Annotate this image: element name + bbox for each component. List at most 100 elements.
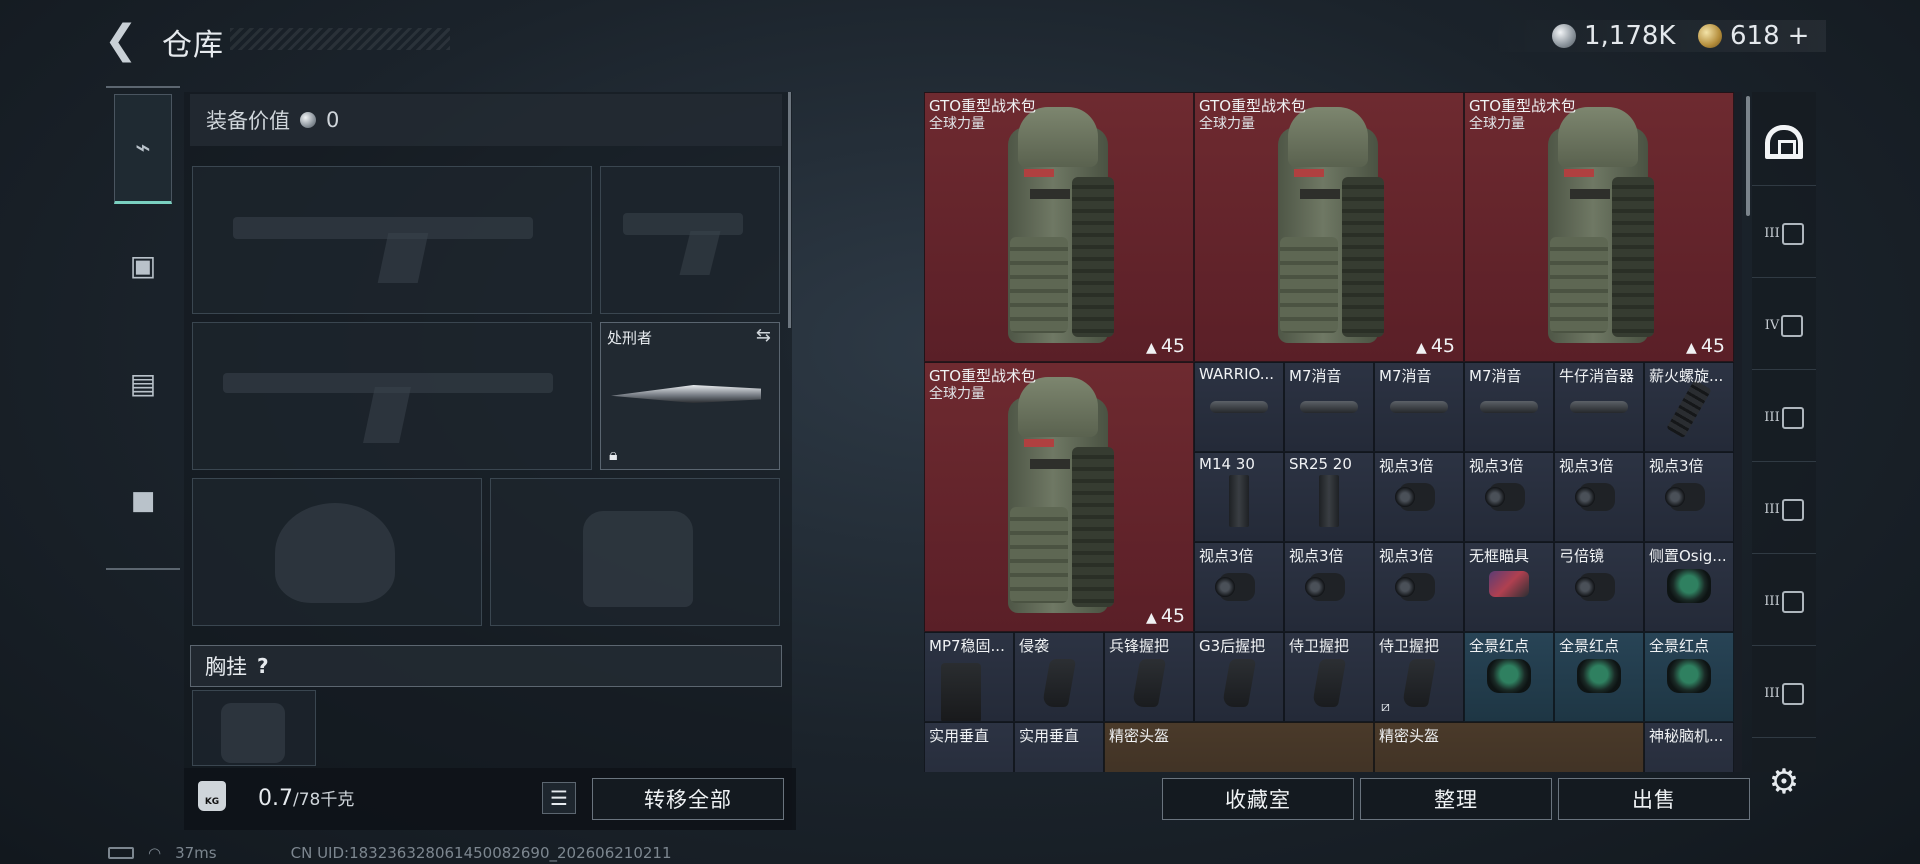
item-cell[interactable]: 神秘脑机... (1644, 722, 1734, 772)
item-cell[interactable]: 视点3倍 (1194, 542, 1284, 632)
title-decoration (230, 28, 450, 50)
item-cell[interactable]: 视点3倍 (1554, 452, 1644, 542)
container-iii-icon (1781, 406, 1804, 429)
item-cell[interactable]: 无框瞄具 (1464, 542, 1554, 632)
item-cell[interactable]: G3后握把 (1194, 632, 1284, 722)
tab-container-6[interactable]: III (1752, 650, 1816, 738)
item-cell[interactable]: M14 30 (1194, 452, 1284, 542)
backpack-item[interactable]: GTO重型战术包 全球力量 ▲ 45 (1464, 92, 1734, 362)
item-cell[interactable]: 精密头盔 (1374, 722, 1644, 772)
item-cell[interactable]: 实用垂直 (1014, 722, 1104, 772)
list-view-button[interactable]: ☰ (542, 782, 576, 814)
gold-amount: 618 (1730, 21, 1780, 51)
item-cell[interactable]: 侍卫握把 ⧄ (1374, 632, 1464, 722)
storage-scrollbar[interactable] (1746, 96, 1750, 216)
item-cell[interactable]: SR25 20 (1284, 452, 1374, 542)
knife-slot[interactable]: 处刑者 ⇆ 🔒︎ (600, 322, 780, 470)
scope-art (1395, 477, 1443, 517)
supp-art (1570, 401, 1628, 413)
item-cell[interactable]: 弓倍镜 (1554, 542, 1644, 632)
tab-container-3[interactable]: III (1752, 374, 1816, 462)
tab-container-5[interactable]: III (1752, 558, 1816, 646)
item-cell[interactable]: MP7稳固... (924, 632, 1014, 722)
item-cell[interactable]: 实用垂直 (924, 722, 1014, 772)
scope-art (1215, 567, 1263, 607)
helmet-slot[interactable] (192, 478, 482, 626)
scope-art (1665, 477, 1713, 517)
container-tier-label: III (1764, 594, 1780, 609)
item-cell[interactable]: 侧置Osig... (1644, 542, 1734, 632)
item-name: 无框瞄具 (1469, 547, 1530, 565)
item-cell[interactable]: WARRIO... (1194, 362, 1284, 452)
item-cell[interactable]: M7消音 (1374, 362, 1464, 452)
gold-currency[interactable]: 618 + (1698, 18, 1809, 54)
item-name: 视点3倍 (1199, 547, 1254, 565)
tab-container-2[interactable]: IV (1752, 282, 1816, 370)
item-name: 全景红点 (1559, 637, 1620, 655)
capacity-badge: ▲ 45 (1146, 335, 1185, 357)
equipment-scrollbar[interactable] (788, 92, 791, 328)
tab-container-1[interactable]: III (1752, 190, 1816, 278)
item-cell[interactable]: 精密头盔 (1104, 722, 1374, 772)
tab-container-0[interactable] (1752, 98, 1816, 186)
item-cell[interactable]: 视点3倍 (1374, 542, 1464, 632)
tab-vest[interactable]: ▤ (114, 328, 172, 438)
tab-weapons[interactable]: ⌁ (114, 94, 172, 204)
chest-rig-slot[interactable] (192, 690, 316, 766)
item-cell[interactable]: 视点3倍 (1374, 452, 1464, 542)
pistol-slot[interactable] (600, 166, 780, 314)
item-cell[interactable]: 视点3倍 (1284, 542, 1374, 632)
item-cell[interactable]: 兵锋握把 (1104, 632, 1194, 722)
transfer-all-button[interactable]: 转移全部 (592, 778, 784, 820)
gold-coin-icon (1698, 24, 1722, 48)
item-name: 弓倍镜 (1559, 547, 1605, 565)
grip-art (1041, 659, 1077, 707)
armor-slot[interactable] (490, 478, 780, 626)
item-name: G3后握把 (1199, 637, 1266, 655)
backpack-art (1540, 107, 1658, 347)
organize-button[interactable]: 整理 (1360, 778, 1552, 820)
backpack-item[interactable]: GTO重型战术包 全球力量 ▲ 45 (1194, 92, 1464, 362)
item-name: 视点3倍 (1469, 457, 1524, 475)
backpack-item[interactable]: GTO重型战术包 全球力量 ▲ 45 (924, 362, 1194, 632)
help-icon[interactable]: ? (257, 654, 269, 678)
holo-art (1667, 659, 1711, 693)
tab-toolbox[interactable]: ■ (114, 446, 172, 556)
sell-button[interactable]: 出售 (1558, 778, 1750, 820)
item-cell[interactable]: 视点3倍 (1644, 452, 1734, 542)
swap-icon[interactable]: ⇆ (756, 325, 771, 346)
primary-weapon-slot[interactable] (192, 166, 592, 314)
rail-art (1666, 379, 1712, 439)
back-button[interactable]: ❮ (104, 20, 144, 60)
tab-container-4[interactable]: III (1752, 466, 1816, 554)
item-name: MP7稳固... (929, 637, 1005, 655)
item-cell[interactable]: 全景红点 (1554, 632, 1644, 722)
settings-button[interactable]: ⚙ (1764, 762, 1804, 802)
item-cell[interactable]: M7消音 (1464, 362, 1554, 452)
collection-room-button[interactable]: 收藏室 (1162, 778, 1354, 820)
wifi-icon: ◠ (148, 844, 162, 862)
uid-text: CN UID:1832363280614500826​90_2026062102… (290, 844, 672, 862)
add-gold-icon[interactable]: + (1788, 21, 1810, 51)
tab-backpack[interactable]: ▣ (114, 210, 172, 320)
item-brand: 全球力量 (929, 386, 985, 402)
item-cell[interactable]: M7消音 (1284, 362, 1374, 452)
secondary-weapon-slot[interactable] (192, 322, 592, 470)
holo-art (1577, 659, 1621, 693)
backpack-item[interactable]: GTO重型战术包 全球力量 ▲ 45 (924, 92, 1194, 362)
item-cell[interactable]: 视点3倍 (1464, 452, 1554, 542)
item-cell[interactable]: 侍卫握把 (1284, 632, 1374, 722)
capacity-icon: ▲ (1146, 610, 1157, 626)
mag-art (1319, 475, 1339, 527)
item-cell[interactable]: 全景红点 (1644, 632, 1734, 722)
grip-art (1311, 659, 1347, 707)
item-cell[interactable]: 薪火螺旋... (1644, 362, 1734, 452)
item-cell[interactable]: 全景红点 (1464, 632, 1554, 722)
item-cell[interactable]: 侵袭 (1014, 632, 1104, 722)
item-cell[interactable]: 牛仔消音器 (1554, 362, 1644, 452)
item-brand: 全球力量 (1199, 116, 1255, 132)
backpack-icon: ▣ (129, 248, 157, 282)
weight-max: /78千克 (293, 790, 355, 810)
home-icon (1765, 124, 1803, 159)
knife-name: 处刑者 (607, 329, 653, 347)
